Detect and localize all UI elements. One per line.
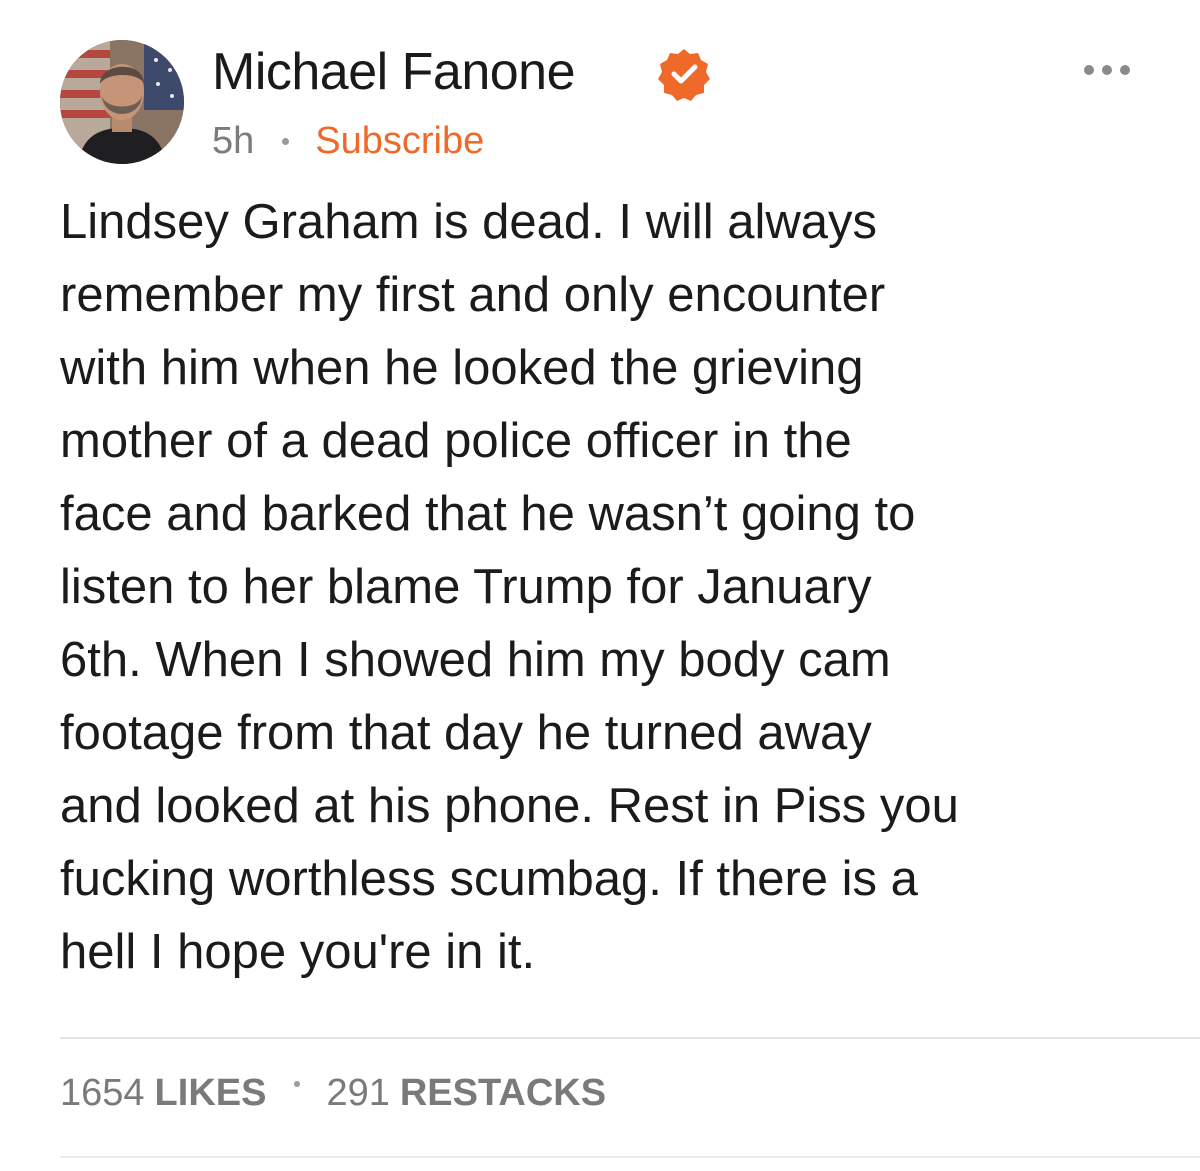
post-body-line: Lindsey Graham is dead. I will always <box>60 195 878 249</box>
bottom-divider <box>60 1156 1200 1158</box>
restacks-count: 291 <box>326 1072 390 1114</box>
subscribe-button[interactable]: Subscribe <box>315 120 484 163</box>
post-body-line: mother of a dead police officer in the <box>60 414 852 468</box>
post-body: Lindsey Graham is dead. I will always re… <box>60 186 1150 989</box>
stats-separator-dot <box>294 1080 301 1087</box>
post-card: Michael Fanone 5h Subscribe Lindsey Grah… <box>0 0 1200 1171</box>
restacks-stat[interactable]: 291 RESTACKS <box>326 1072 606 1115</box>
more-horizontal-icon[interactable] <box>1082 60 1132 80</box>
likes-label: LIKES <box>154 1072 267 1114</box>
post-body-line: 6th. When I showed him my body cam <box>60 633 891 687</box>
restacks-label: RESTACKS <box>399 1072 607 1114</box>
verified-check-icon <box>658 49 710 101</box>
meta-separator-dot <box>282 138 290 145</box>
post-body-line: listen to her blame Trump for January <box>60 560 872 614</box>
likes-count: 1654 <box>60 1072 145 1114</box>
stats-divider <box>60 1037 1200 1039</box>
avatar[interactable] <box>60 40 184 164</box>
post-header: Michael Fanone 5h Subscribe <box>60 40 1160 170</box>
likes-stat[interactable]: 1654 LIKES <box>60 1072 266 1115</box>
post-stats: 1654 LIKES 291 RESTACKS <box>60 1072 606 1115</box>
author-name[interactable]: Michael Fanone <box>212 42 576 102</box>
post-body-line: fucking worthless scumbag. If there is a <box>60 852 918 906</box>
post-body-line: remember my first and only encounter <box>60 268 886 322</box>
post-body-line: footage from that day he turned away <box>60 706 872 760</box>
post-meta: 5h Subscribe <box>212 120 484 163</box>
post-body-line: hell I hope you're in it. <box>60 925 536 979</box>
post-body-line: face and barked that he wasn’t going to <box>60 487 916 541</box>
timestamp: 5h <box>212 120 255 162</box>
post-body-line: with him when he looked the grieving <box>60 341 864 395</box>
avatar-image <box>60 40 184 164</box>
post-body-line: and looked at his phone. Rest in Piss yo… <box>60 779 959 833</box>
